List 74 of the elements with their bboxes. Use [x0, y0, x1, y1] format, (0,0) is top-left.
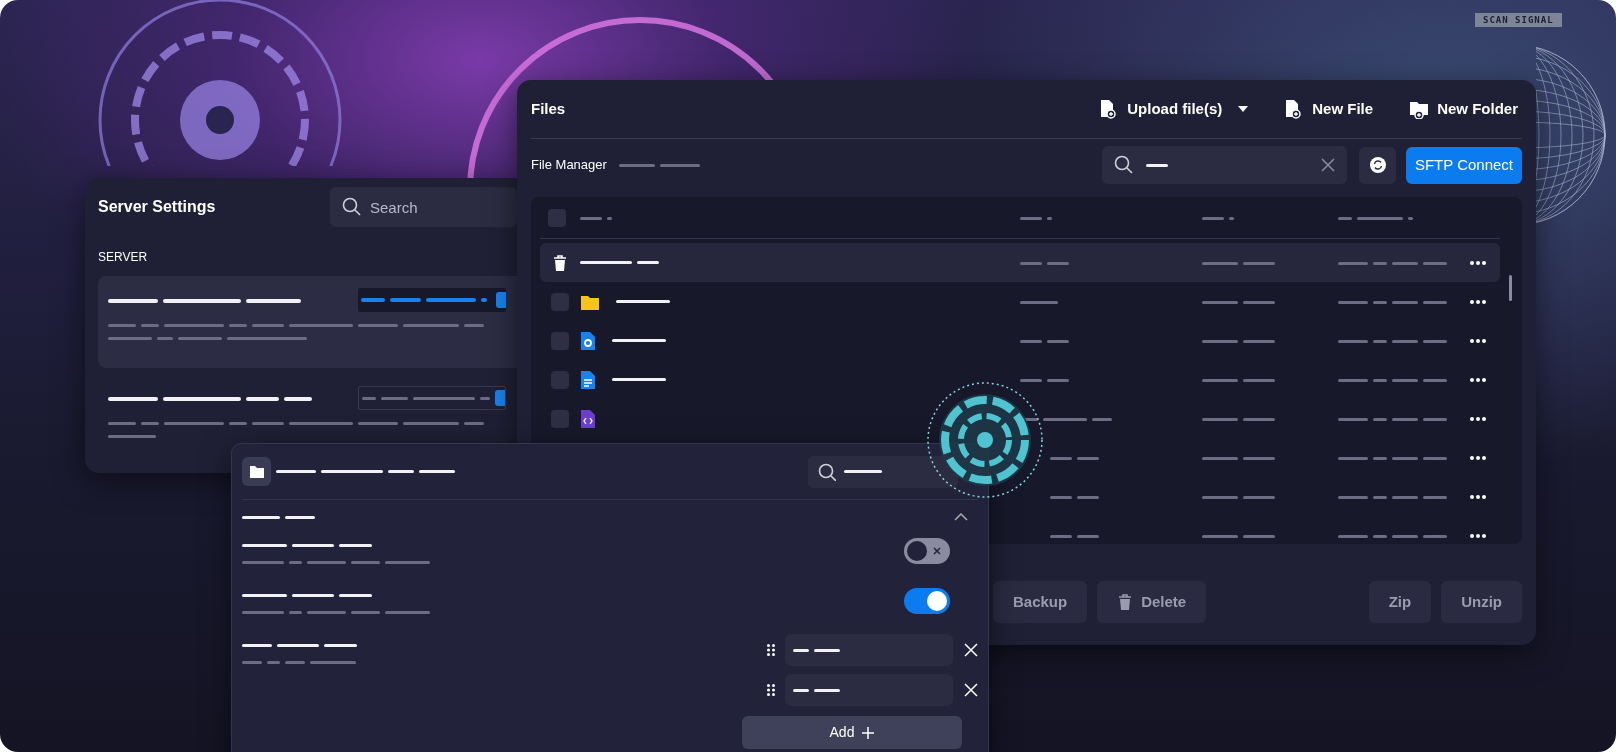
placeholder-line — [793, 688, 840, 692]
code-file-icon — [580, 408, 596, 429]
toolbar-button[interactable]: Upload file(s) — [1095, 93, 1253, 125]
folder-button[interactable] — [242, 457, 271, 486]
folder-icon — [249, 465, 264, 478]
drag-handle-icon[interactable] — [767, 644, 775, 656]
scrollbar-thumb[interactable] — [1509, 275, 1512, 301]
column-header — [1202, 216, 1234, 220]
section-label: SERVER — [98, 249, 149, 266]
search-field[interactable]: Search — [330, 187, 517, 227]
sftp-connect-button[interactable]: SFTP Connect — [1406, 146, 1522, 184]
breadcrumb-text: File Manager — [531, 156, 607, 175]
placeholder-line — [616, 300, 670, 303]
checkbox[interactable] — [548, 208, 566, 227]
more-icon[interactable] — [1470, 377, 1486, 382]
more-icon[interactable] — [1470, 299, 1486, 304]
chevron-up-icon[interactable] — [954, 513, 968, 521]
add-button[interactable]: Add — [742, 716, 962, 749]
checkbox[interactable] — [551, 331, 569, 350]
window-title: Files — [531, 98, 566, 119]
more-icon[interactable] — [1470, 455, 1486, 460]
plus-icon — [862, 726, 875, 739]
drag-handle-icon[interactable] — [767, 684, 775, 696]
refresh-icon — [1369, 157, 1386, 173]
checkbox[interactable] — [551, 370, 569, 389]
search-icon — [342, 197, 362, 217]
value-field[interactable] — [358, 386, 506, 410]
column-header — [1020, 216, 1052, 220]
search-icon — [818, 462, 836, 481]
more-icon[interactable] — [1470, 416, 1486, 421]
more-icon[interactable] — [1470, 338, 1486, 343]
refresh-button[interactable] — [1359, 146, 1396, 184]
checkbox[interactable] — [551, 409, 569, 428]
more-icon[interactable] — [1470, 533, 1486, 538]
checkbox[interactable] — [551, 292, 569, 311]
placeholder-line — [1050, 534, 1099, 538]
toolbar-button[interactable]: New File — [1280, 93, 1378, 125]
placeholder-line — [793, 648, 840, 652]
more-icon[interactable] — [1470, 260, 1486, 265]
action-button[interactable]: Delete — [1097, 581, 1207, 623]
document-icon — [580, 369, 596, 390]
more-icon[interactable] — [1470, 494, 1486, 499]
placeholder-line — [1020, 300, 1058, 304]
trash-icon[interactable] — [552, 253, 568, 272]
action-button[interactable]: Backup — [993, 581, 1088, 623]
close-icon — [933, 547, 941, 555]
folder-plus-icon — [1409, 99, 1430, 119]
toggle-switch[interactable] — [904, 588, 950, 614]
action-button[interactable]: Unzip — [1441, 581, 1522, 623]
toolbar-button[interactable]: New Folder — [1405, 93, 1522, 125]
placeholder-line — [1020, 378, 1069, 382]
value-field[interactable] — [358, 288, 506, 312]
action-button[interactable]: Zip — [1368, 581, 1432, 623]
trash-icon — [1117, 593, 1134, 611]
placeholder-line — [844, 470, 882, 473]
column-header — [580, 216, 612, 220]
placeholder-line — [1146, 163, 1168, 167]
caret-icon — [1238, 106, 1249, 112]
gear-file-icon — [580, 330, 596, 351]
input-field[interactable] — [785, 674, 953, 706]
hud-label: SCAN SIGNAL — [1475, 13, 1562, 27]
search-field[interactable] — [808, 455, 958, 488]
placeholder-line — [612, 339, 666, 342]
placeholder-line — [1020, 261, 1069, 265]
window-title: Server Settings — [98, 197, 217, 217]
placeholder-line — [1050, 495, 1099, 499]
placeholder-line — [108, 435, 156, 438]
placeholder-line — [1050, 456, 1099, 460]
placeholder-line — [1020, 339, 1069, 343]
search-field[interactable] — [1102, 146, 1347, 184]
toggle-switch[interactable] — [904, 538, 950, 564]
input-field[interactable] — [785, 634, 953, 666]
placeholder-line — [612, 378, 666, 381]
search-icon — [1114, 155, 1134, 175]
